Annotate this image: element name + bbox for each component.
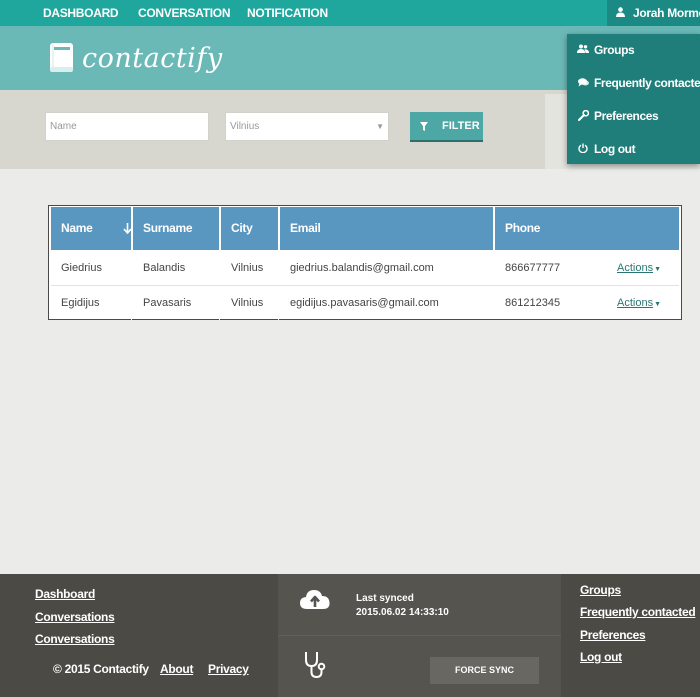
footer-link-conversations[interactable]: Conversations: [35, 610, 115, 624]
cell-email: egidijus.pavasaris@gmail.com: [290, 297, 439, 309]
cell-phone: 861212345: [505, 297, 561, 309]
header-divider: [278, 207, 280, 250]
power-icon: [576, 133, 590, 165]
stethoscope-icon: [303, 650, 327, 685]
table-header: Name Surname City Email Phone: [51, 207, 679, 250]
column-header-surname[interactable]: Surname: [143, 207, 193, 250]
comments-icon: [576, 67, 590, 99]
sync-divider: [278, 635, 561, 636]
footer: Dashboard Conversations Conversations © …: [0, 574, 700, 697]
cell-email: giedrius.balandis@gmail.com: [290, 262, 434, 274]
header-divider: [131, 207, 133, 250]
menu-item-groups[interactable]: Groups: [567, 34, 700, 66]
users-icon: [576, 34, 590, 66]
cell-name: Egidijus: [61, 297, 100, 309]
filter-button-label: FILTER: [442, 120, 480, 132]
user-name: Jorah Mormonth: [633, 6, 700, 20]
filter-icon: [420, 112, 428, 140]
footer-link-dashboard[interactable]: Dashboard: [35, 587, 95, 601]
top-navbar: DASHBOARD CONVERSATION NOTIFICATION Jora…: [0, 0, 700, 26]
cell-name: Giedrius: [61, 262, 102, 274]
book-icon: [50, 43, 73, 72]
nav-dashboard[interactable]: DASHBOARD: [43, 0, 119, 26]
cell-city: Vilnius: [231, 262, 264, 274]
header-divider: [219, 207, 221, 250]
city-select[interactable]: Vilnius ▼: [225, 112, 389, 141]
table-row[interactable]: Giedrius Balandis Vilnius giedrius.balan…: [51, 251, 679, 285]
user-dropdown-menu: Groups Frequently contacted Preferences …: [567, 34, 700, 164]
chevron-down-icon: ▼: [376, 122, 384, 131]
footer-link-log-out[interactable]: Log out: [580, 650, 622, 664]
menu-item-label: Groups: [594, 43, 635, 57]
footer-link-frequently-contacted[interactable]: Frequently contacted: [580, 605, 696, 619]
cell-phone: 866677777: [505, 262, 561, 274]
name-filter-input[interactable]: Name: [45, 112, 209, 141]
column-header-phone[interactable]: Phone: [505, 207, 540, 250]
actions-dropdown[interactable]: Actions▼: [617, 286, 661, 320]
force-sync-button[interactable]: FORCE SYNC: [430, 657, 539, 684]
last-synced-time: 2015.06.02 14:33:10: [356, 607, 449, 618]
cell-surname: Pavasaris: [143, 297, 192, 309]
user-icon: [613, 0, 627, 26]
nav-notification[interactable]: NOTIFICATION: [247, 0, 328, 26]
city-select-value: Vilnius: [230, 121, 260, 132]
footer-link-preferences[interactable]: Preferences: [580, 628, 646, 642]
header-divider: [493, 207, 495, 250]
menu-item-label: Frequently contacted: [594, 76, 700, 90]
caret-down-icon: ▼: [654, 301, 662, 308]
cloud-upload-icon: [300, 588, 330, 617]
menu-item-label: Log out: [594, 142, 636, 156]
menu-item-label: Preferences: [594, 109, 659, 123]
column-header-name[interactable]: Name: [61, 207, 141, 250]
column-header-email[interactable]: Email: [290, 207, 321, 250]
caret-down-icon: ▼: [654, 266, 662, 273]
footer-link-conversations-2[interactable]: Conversations: [35, 632, 115, 646]
user-menu-toggle[interactable]: Jorah Mormonth: [607, 0, 700, 26]
wrench-icon: [576, 100, 590, 132]
table-row[interactable]: Egidijus Pavasaris Vilnius egidijus.pava…: [51, 285, 679, 319]
nav-conversation[interactable]: CONVERSATION: [138, 0, 230, 26]
actions-dropdown[interactable]: Actions▼: [617, 251, 661, 285]
actions-link[interactable]: Actions: [617, 297, 653, 309]
filter-button[interactable]: FILTER: [410, 112, 483, 142]
column-header-city[interactable]: City: [231, 207, 253, 250]
copyright-text: © 2015 Contactify: [53, 662, 149, 676]
footer-link-groups[interactable]: Groups: [580, 583, 621, 597]
last-synced-label: Last synced: [356, 593, 414, 604]
menu-item-preferences[interactable]: Preferences: [567, 100, 700, 132]
menu-item-log-out[interactable]: Log out: [567, 133, 700, 165]
sync-panel: Last synced 2015.06.02 14:33:10 FORCE SY…: [278, 574, 561, 697]
cell-city: Vilnius: [231, 297, 264, 309]
actions-link[interactable]: Actions: [617, 262, 653, 274]
footer-link-about[interactable]: About: [160, 662, 193, 676]
column-header-name-label: Name: [61, 221, 93, 235]
footer-link-privacy[interactable]: Privacy: [208, 662, 249, 676]
brand-logo[interactable]: contactify: [48, 38, 223, 78]
cell-surname: Balandis: [143, 262, 186, 274]
menu-item-frequently-contacted[interactable]: Frequently contacted: [567, 67, 700, 99]
contacts-table: Name Surname City Email Phone Giedrius B…: [48, 205, 682, 320]
brand-name: contactify: [82, 42, 223, 74]
